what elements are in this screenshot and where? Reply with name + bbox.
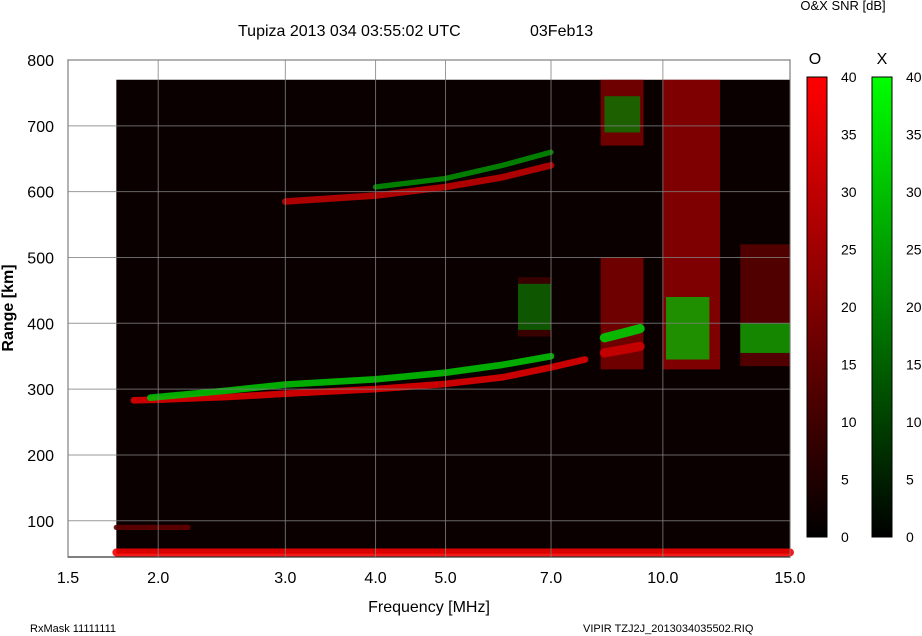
x-tick-label: 3.0	[274, 570, 296, 587]
x-tick-label: 4.0	[364, 570, 386, 587]
colorbar-x-tick-label: 10	[906, 414, 922, 430]
colorbar-o-tick-label: 20	[841, 299, 857, 315]
colorbar-o-tick-label: 30	[841, 184, 857, 200]
colorbar-x-tick-label: 0	[906, 529, 914, 545]
rxmask-label: RxMask 11111111	[30, 623, 116, 635]
colorbar-o-tick-label: 10	[841, 414, 857, 430]
echo-patch-x-5	[740, 323, 790, 353]
colorbar-x: X 0 5 10 15 20 25 30 35 40	[871, 51, 922, 545]
x-tick-label: 7.0	[540, 570, 562, 587]
y-ticks: 100 200 300 400 500 600 700 800	[27, 53, 54, 531]
colorbar-x-tick-label: 5	[906, 472, 914, 488]
colorbar-o-ticks: 0 5 10 15 20 25 30 35 40	[841, 69, 857, 545]
colorbar-title: O&X SNR [dB]	[800, 0, 885, 13]
colorbar-o-gradient	[806, 76, 828, 538]
x-tick-label: 5.0	[434, 570, 456, 587]
colorbar-x-tick-label: 15	[906, 357, 922, 373]
colorbar-o: O 0 5 10 15 20 25 30 35 40	[806, 51, 857, 545]
colorbar-x-tick-label: 35	[906, 127, 922, 143]
colorbar-x-tick-label: 30	[906, 184, 922, 200]
colorbar-x-ticks: 0 5 10 15 20 25 30 35 40	[906, 69, 922, 545]
file-label: VIPIR TZJ2J_2013034035502.RIQ	[583, 623, 754, 635]
colorbar-o-tick-label: 15	[841, 357, 857, 373]
colorbar-o-tick-label: 0	[841, 529, 849, 545]
colorbar-x-tick-label: 25	[906, 242, 922, 258]
colorbar-x-tick-label: 40	[906, 69, 922, 85]
y-tick-label: 100	[27, 514, 54, 531]
chart-title: Tupiza 2013 034 03:55:02 UTC	[238, 23, 461, 40]
y-axis-label: Range [km]	[0, 264, 17, 351]
colorbar-o-tick-label: 5	[841, 472, 849, 488]
y-tick-label: 300	[27, 382, 54, 399]
y-tick-label: 500	[27, 250, 54, 267]
y-tick-label: 200	[27, 448, 54, 465]
chart-date: 03Feb13	[530, 23, 593, 40]
colorbar-o-tick-label: 35	[841, 127, 857, 143]
x-axis-label: Frequency [MHz]	[368, 599, 490, 616]
x-tick-label: 2.0	[147, 570, 169, 587]
echo-patch-x-4	[665, 296, 710, 360]
x-ticks: 1.5 2.0 3.0 4.0 5.0 7.0 10.0 15.0	[57, 570, 806, 587]
colorbar-x-gradient	[871, 76, 893, 538]
x-tick-label: 1.5	[57, 570, 79, 587]
colorbar-x-tick-label: 20	[906, 299, 922, 315]
y-tick-label: 800	[27, 53, 54, 70]
y-tick-label: 700	[27, 119, 54, 136]
y-tick-label: 600	[27, 185, 54, 202]
colorbar-o-tick-label: 40	[841, 69, 857, 85]
x-tick-label: 10.0	[647, 570, 678, 587]
heatmap-layer	[112, 79, 794, 557]
colorbar-x-name: X	[877, 51, 888, 68]
echo-patch-x-6	[604, 96, 641, 133]
echo-trace-o-4	[599, 341, 645, 358]
colorbar-o-name: O	[809, 51, 821, 68]
y-tick-label: 400	[27, 316, 54, 333]
x-tick-label: 15.0	[774, 570, 805, 587]
ionogram-chart: Tupiza 2013 034 03:55:02 UTC 03Feb13 O&X…	[0, 0, 922, 635]
colorbar-o-tick-label: 25	[841, 242, 857, 258]
